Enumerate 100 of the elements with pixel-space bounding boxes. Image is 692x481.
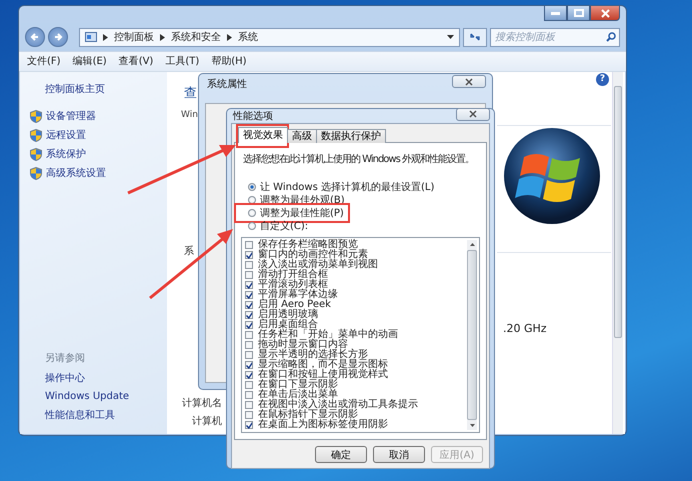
checkbox-label[interactable]: 拖动时显示窗口内容 <box>258 340 348 350</box>
checkbox[interactable] <box>245 291 253 299</box>
section-heading: 系 <box>184 244 194 258</box>
checkbox[interactable] <box>245 401 253 409</box>
close-button[interactable] <box>456 108 490 120</box>
dialog-button[interactable]: 确定 <box>315 446 367 463</box>
checkbox[interactable] <box>245 271 253 279</box>
refresh-button[interactable] <box>463 28 487 46</box>
checkbox[interactable] <box>245 251 253 259</box>
sidebar-link[interactable]: 系统保护 <box>46 147 86 161</box>
scrollbar[interactable] <box>467 240 477 430</box>
checkbox[interactable] <box>245 261 253 269</box>
tab[interactable]: 视觉效果 <box>238 127 288 143</box>
sidebar-link[interactable]: 远程设置 <box>46 128 86 142</box>
checkbox-label[interactable]: 在窗口下显示阴影 <box>258 380 338 390</box>
scrollbar[interactable] <box>612 72 623 434</box>
menu-item[interactable]: 工具(T) <box>165 54 200 69</box>
dialog-button[interactable]: 取消 <box>373 446 425 463</box>
edition-text: Win <box>181 110 198 120</box>
sidebar-link[interactable]: 高级系统设置 <box>46 166 106 180</box>
checkbox-label[interactable]: 在视图中淡入淡出或滑动工具条提示 <box>258 400 418 410</box>
radio-button[interactable] <box>248 182 256 190</box>
checkbox[interactable] <box>245 421 253 429</box>
shield-icon <box>30 128 42 142</box>
checkbox[interactable] <box>245 311 253 319</box>
breadcrumb-item[interactable]: 系统和安全 <box>171 30 221 44</box>
radio-button[interactable] <box>248 196 256 204</box>
breadcrumb-item[interactable]: 控制面板 <box>114 30 154 44</box>
checkbox-label[interactable]: 任务栏和「开始」菜单中的动画 <box>258 330 398 340</box>
address-bar[interactable]: 控制面板 系统和安全 系统 <box>79 28 460 46</box>
description-text: 选择您想在此计算机上使用的 Windows 外观和性能设置。 <box>243 152 475 166</box>
minimize-button[interactable] <box>544 6 567 21</box>
shield-icon <box>30 166 42 180</box>
checkbox[interactable] <box>245 371 253 379</box>
close-icon <box>600 8 610 18</box>
up-arrow-icon[interactable] <box>470 243 474 246</box>
search-icon <box>606 32 616 42</box>
checkbox-label[interactable]: 显示半透明的选择长方形 <box>258 350 368 360</box>
radio-label[interactable]: 让 Windows 选择计算机的最佳设置(L) <box>260 180 434 194</box>
close-button[interactable] <box>452 75 486 88</box>
radio-button[interactable] <box>248 208 256 216</box>
checkbox[interactable] <box>245 361 253 369</box>
radio-label[interactable]: 自定义(C): <box>260 218 308 232</box>
checkbox-label[interactable]: 启用透明玻璃 <box>258 310 318 320</box>
checkbox-label[interactable]: 在鼠标指针下显示阴影 <box>258 410 358 420</box>
tab[interactable]: 数据执行保护 <box>316 129 386 143</box>
checkmark-icon <box>246 252 252 258</box>
search-field[interactable]: 搜索控制面板 <box>490 28 620 46</box>
shield-icon <box>30 110 42 122</box>
checkbox-label[interactable]: 平滑屏幕字体边缘 <box>258 290 338 300</box>
dialog-title: 性能选项 <box>233 110 273 123</box>
menu-item[interactable]: 编辑(E) <box>72 54 107 69</box>
checkbox[interactable] <box>245 351 253 359</box>
checkbox-label[interactable]: 在桌面上为图标标签使用阴影 <box>258 420 388 430</box>
checkbox[interactable] <box>245 341 253 349</box>
help-button[interactable]: ? <box>596 73 609 86</box>
section-heading: 计算机名 <box>182 396 222 410</box>
checkbox[interactable] <box>245 391 253 399</box>
checkbox-label[interactable]: 滑动打开组合框 <box>258 270 328 280</box>
dropdown-caret-icon[interactable] <box>447 35 454 39</box>
close-icon <box>465 78 473 86</box>
sidebar-link[interactable]: 控制面板主页 <box>45 82 167 96</box>
radio-label[interactable]: 调整为最佳性能(P) <box>260 206 344 220</box>
see-also-link[interactable]: 性能信息和工具 <box>45 408 167 422</box>
refresh-icon <box>469 32 481 42</box>
checkbox-label[interactable]: 平滑滚动列表框 <box>258 280 328 290</box>
checkbox[interactable] <box>245 331 253 339</box>
down-arrow-icon[interactable] <box>470 424 474 427</box>
checkbox[interactable] <box>245 241 253 249</box>
checkbox-label[interactable]: 在窗口和按钮上使用视觉样式 <box>258 370 388 380</box>
sidebar-link[interactable]: 设备管理器 <box>46 109 96 123</box>
minimize-icon <box>551 12 560 14</box>
checkbox-label[interactable]: 淡入淡出或滑动菜单到视图 <box>258 260 378 270</box>
menu-item[interactable]: 帮助(H) <box>211 54 247 69</box>
checkbox[interactable] <box>245 381 253 389</box>
checkbox[interactable] <box>245 411 253 419</box>
checkbox-label[interactable]: 保存任务栏缩略图预览 <box>258 240 358 250</box>
menu-item[interactable]: 文件(F) <box>27 54 61 69</box>
close-button[interactable] <box>590 6 620 21</box>
chevron-icon <box>227 34 232 40</box>
see-also-link[interactable]: Windows Update <box>45 391 167 402</box>
breadcrumb-item[interactable]: 系统 <box>238 30 258 44</box>
back-button[interactable] <box>25 27 45 47</box>
checkbox[interactable] <box>245 281 253 289</box>
back-arrow-icon <box>30 32 40 42</box>
checkbox-label[interactable]: 启用 Aero Peek <box>258 300 331 310</box>
maximize-icon <box>574 9 584 17</box>
forward-arrow-icon <box>53 32 63 42</box>
menu-item[interactable]: 查看(V) <box>118 54 154 69</box>
tab[interactable]: 高级 <box>287 129 317 143</box>
checkbox[interactable] <box>245 301 253 309</box>
see-also-link[interactable]: 操作中心 <box>45 371 167 385</box>
checkbox-label[interactable]: 在单击后淡出菜单 <box>258 390 338 400</box>
field-label: 计算机 <box>192 414 222 428</box>
checkbox-label[interactable]: 窗口内的动画控件和元素 <box>258 250 368 260</box>
checkbox[interactable] <box>245 321 253 329</box>
maximize-button[interactable] <box>567 6 590 21</box>
checkbox-label[interactable]: 启用桌面组合 <box>258 320 318 330</box>
forward-button[interactable] <box>48 27 68 47</box>
checkbox-label[interactable]: 显示缩略图，而不是显示图标 <box>258 360 388 370</box>
